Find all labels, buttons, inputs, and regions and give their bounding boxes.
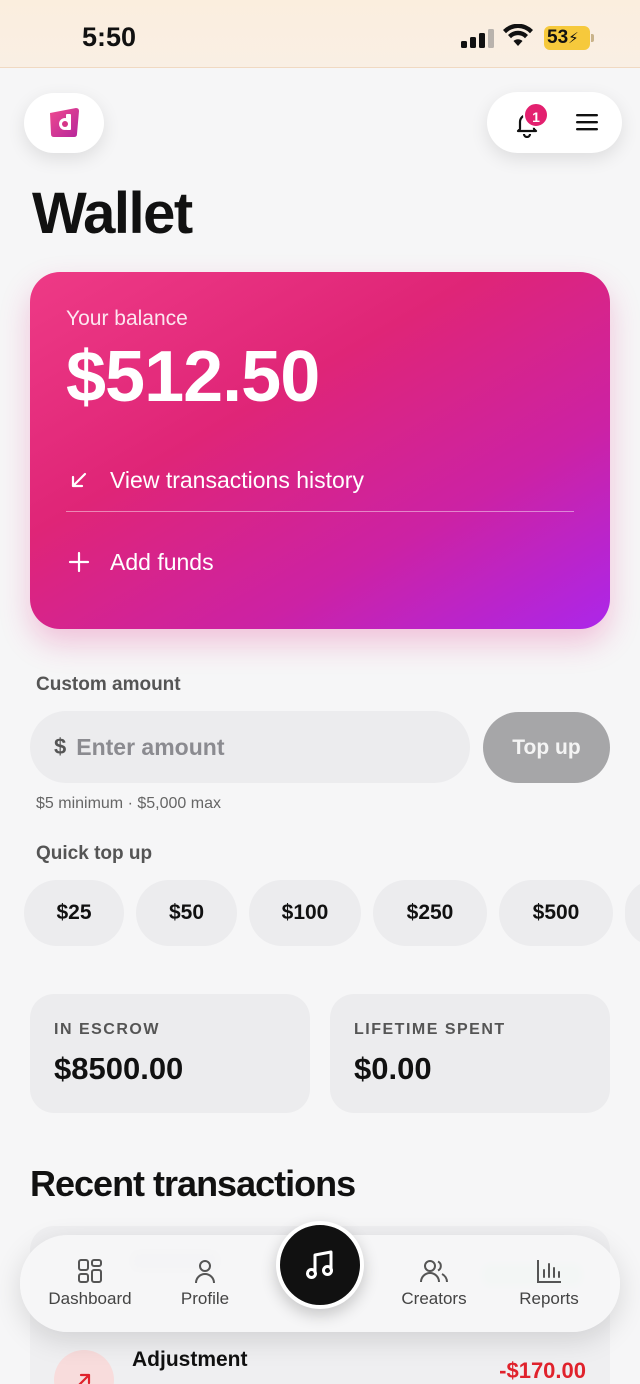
nav-label-dashboard: Dashboard: [48, 1289, 132, 1308]
recent-transactions-title: Recent transactions: [30, 1163, 356, 1204]
balance-amount: $512.50: [66, 337, 320, 417]
amount-input[interactable]: [76, 733, 437, 761]
view-transactions-history-button[interactable]: View transactions history: [66, 450, 574, 510]
status-bar: 5:50 53⚡: [0, 0, 640, 68]
page-title: Wallet: [32, 181, 193, 246]
balance-label: Your balance: [66, 307, 188, 330]
nav-item-creators[interactable]: Creators: [374, 1257, 494, 1309]
nav-label-profile: Profile: [180, 1289, 230, 1308]
top-up-button[interactable]: Top up: [483, 712, 610, 783]
custom-amount-label: Custom amount: [36, 674, 181, 695]
hamburger-menu-icon[interactable]: [575, 111, 599, 133]
lifetime-spent-value: $0.00: [354, 1051, 432, 1086]
transaction-name: Adjustment: [132, 1348, 248, 1371]
battery-level: 53: [547, 27, 569, 48]
bottom-navigation: Dashboard Profile Creators Reports: [20, 1221, 620, 1332]
profile-icon: [195, 1260, 215, 1284]
header-actions: 1: [487, 92, 622, 153]
creators-icon: [420, 1260, 448, 1283]
nav-label-creators: Creators: [401, 1289, 467, 1308]
transaction-amount: -$170.00: [499, 1358, 586, 1383]
quick-amount-chip[interactable]: $100: [249, 880, 361, 946]
plus-icon: [68, 551, 90, 573]
arrow-up-right-icon: [54, 1350, 114, 1384]
dashboard-icon: [78, 1259, 102, 1283]
escrow-stat-card: IN ESCROW $8500.00: [30, 994, 310, 1113]
app-logo-icon: [50, 108, 79, 137]
escrow-value: $8500.00: [54, 1051, 184, 1086]
signal-icon: [461, 29, 494, 48]
transaction-row[interactable]: Adjustment -$170.00: [30, 1346, 610, 1384]
lifetime-spent-stat-card: LIFETIME SPENT $0.00: [330, 994, 610, 1113]
app-logo-button[interactable]: [24, 93, 104, 153]
quick-top-up-label: Quick top up: [36, 843, 153, 864]
charging-bolt-icon: ⚡: [568, 30, 579, 47]
quick-top-up-chips: $25 $50 $100 $250 $500: [24, 880, 640, 946]
card-divider: [66, 511, 574, 512]
status-time: 5:50: [82, 22, 137, 52]
quick-amount-chip[interactable]: $25: [24, 880, 124, 946]
wifi-icon: [503, 24, 533, 46]
add-funds-button[interactable]: Add funds: [66, 532, 574, 592]
amount-field[interactable]: $: [30, 711, 470, 783]
wallet-page: 5:50 53⚡ 1 Wallet Your balance $512.50 V…: [0, 0, 640, 1384]
quick-amount-chip[interactable]: $50: [136, 880, 237, 946]
history-label: View transactions history: [110, 466, 364, 493]
nav-item-reports[interactable]: Reports: [489, 1257, 609, 1309]
currency-symbol: $: [54, 734, 67, 759]
add-funds-label: Add funds: [110, 548, 214, 575]
notification-badge: 1: [523, 102, 549, 128]
lifetime-spent-label: LIFETIME SPENT: [354, 1021, 506, 1038]
quick-amount-chip[interactable]: $500: [499, 880, 613, 946]
music-note-icon: [306, 1250, 333, 1279]
reports-icon: [537, 1260, 561, 1283]
escrow-label: IN ESCROW: [54, 1021, 160, 1038]
quick-amount-chip[interactable]: $250: [373, 880, 487, 946]
amount-limits-note: $5 minimum · $5,000 max: [36, 795, 221, 812]
quick-amount-chip-partial[interactable]: [625, 880, 640, 946]
balance-card: Your balance $512.50 View transactions h…: [30, 272, 610, 629]
nav-label-reports: Reports: [519, 1289, 579, 1308]
nav-item-profile[interactable]: Profile: [145, 1257, 265, 1309]
music-button[interactable]: [276, 1221, 364, 1309]
arrow-down-left-icon: [71, 472, 87, 488]
nav-item-dashboard[interactable]: Dashboard: [30, 1257, 150, 1309]
battery-indicator: 53⚡: [544, 26, 594, 50]
